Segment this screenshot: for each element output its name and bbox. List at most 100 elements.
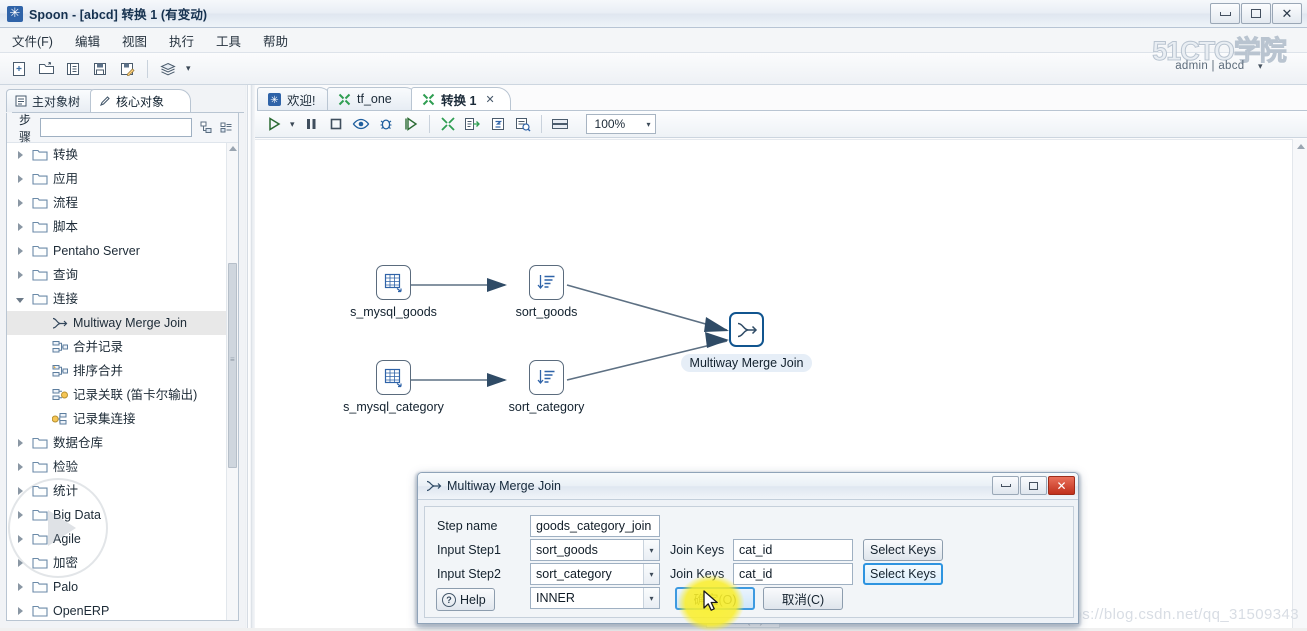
menu-help[interactable]: 帮助 [261,29,290,52]
stop-button[interactable] [325,113,347,135]
tree-item[interactable]: 查询 [7,263,226,287]
open-file-button[interactable] [35,58,57,80]
chevron-right-icon[interactable] [13,223,27,231]
canvas-scroll-up-icon[interactable] [1297,144,1305,149]
close-button[interactable]: ✕ [1272,3,1302,24]
canvas-node-sort-goods[interactable]: sort_goods [516,265,577,319]
verify-button[interactable] [437,113,459,135]
canvas-node-s-mysql-category[interactable]: s_mysql_category [343,360,444,414]
tree-item[interactable]: Pentaho Server [7,239,226,263]
multiway-merge-join-node-box[interactable] [729,312,764,347]
table-input-node-box[interactable] [376,360,411,395]
menu-view[interactable]: 视图 [120,29,149,52]
analyze-impact-button[interactable] [462,113,484,135]
chevron-right-icon[interactable] [13,175,27,183]
tab-transformation-1[interactable]: 转换 1 ✕ [411,87,511,110]
tree-item[interactable]: 排序合并 [7,359,226,383]
tree-scrollbar[interactable]: ≡ [226,143,238,620]
tree-item[interactable]: 统计 [7,479,226,503]
tree-item[interactable]: 合并记录 [7,335,226,359]
menu-tools[interactable]: 工具 [214,29,243,52]
help-button[interactable]: ? Help [436,588,495,611]
dialog-minimize-button[interactable] [992,476,1019,495]
chevron-down-icon[interactable]: ▾ [643,564,659,584]
generate-sql-button[interactable] [487,113,509,135]
chevron-right-icon[interactable] [13,247,27,255]
pause-button[interactable] [300,113,322,135]
chevron-right-icon[interactable] [13,487,27,495]
explore-repository-button[interactable] [62,58,84,80]
tree-item[interactable]: 转换 [7,143,226,167]
chevron-right-icon[interactable] [13,511,27,519]
panel-sash[interactable] [245,85,255,628]
input-step2-combobox[interactable]: sort_category ▾ [530,563,660,585]
tree-item[interactable]: 记录集连接 [7,407,226,431]
step-filter-input[interactable] [40,118,192,137]
scroll-up-arrow-icon[interactable] [229,146,237,151]
chevron-down-icon[interactable]: ▾ [643,588,659,608]
tree-item[interactable]: 数据仓库 [7,431,226,455]
show-grid-button[interactable] [549,113,571,135]
new-file-button[interactable] [8,58,30,80]
canvas-node-multiway-merge-join[interactable]: Multiway Merge Join [680,312,813,372]
table-input-node-box[interactable] [376,265,411,300]
sort-rows-node-box[interactable] [529,360,564,395]
tab-main-object-tree[interactable]: 主对象树 [6,89,102,112]
input-step1-combobox[interactable]: sort_goods ▾ [530,539,660,561]
tree-item[interactable]: 加密 [7,551,226,575]
tab-welcome[interactable]: ✳ 欢迎! [257,87,333,110]
cancel-button[interactable]: 取消(C) [763,587,843,610]
menu-edit[interactable]: 编辑 [73,29,102,52]
menu-file[interactable]: 文件(F) [10,29,55,52]
restore-button[interactable] [1241,3,1271,24]
dialog-maximize-button[interactable] [1020,476,1047,495]
tab-tf-one[interactable]: tf_one [327,87,419,110]
tree-item[interactable]: Big Data [7,503,226,527]
chevron-right-icon[interactable] [13,559,27,567]
chevron-right-icon[interactable] [13,607,27,615]
tab-close-icon[interactable]: ✕ [485,93,494,106]
join-keys2-input[interactable]: cat_id [733,563,853,585]
save-as-button[interactable] [116,58,138,80]
dialog-close-button[interactable]: ✕ [1048,476,1075,495]
tree-item[interactable]: 流程 [7,191,226,215]
chevron-right-icon[interactable] [13,199,27,207]
replay-button[interactable] [400,113,422,135]
join-keys1-input[interactable]: cat_id [733,539,853,561]
tree-item[interactable]: Multiway Merge Join [7,311,226,335]
tree-item[interactable]: Palo [7,575,226,599]
tree-item[interactable]: 脚本 [7,215,226,239]
tab-core-objects[interactable]: 核心对象 [90,89,191,112]
menu-run[interactable]: 执行 [167,29,196,52]
run-button[interactable] [263,113,285,135]
chevron-right-icon[interactable] [13,151,27,159]
tree-scrollbar-thumb[interactable] [228,263,237,468]
preview-button[interactable] [350,113,372,135]
tree-item[interactable]: 连接 [7,287,226,311]
sort-rows-node-box[interactable] [529,265,564,300]
minimize-button[interactable] [1210,3,1240,24]
step-name-input[interactable]: goods_category_join [530,515,660,537]
run-options-caret[interactable]: ▾ [288,119,297,130]
layers-button[interactable] [157,58,179,80]
tree-item[interactable]: 检验 [7,455,226,479]
chevron-down-icon[interactable] [13,296,27,303]
join-type-combobox[interactable]: INNER ▾ [530,587,660,609]
layers-dropdown-caret[interactable]: ▾ [184,63,193,74]
explore-database-button[interactable] [512,113,534,135]
select-keys2-button[interactable]: Select Keys [863,563,943,585]
ok-button[interactable]: 确定(O) [675,587,755,610]
save-button[interactable] [89,58,111,80]
chevron-right-icon[interactable] [13,583,27,591]
tree-item[interactable]: Agile [7,527,226,551]
canvas-node-sort-category[interactable]: sort_category [509,360,584,414]
canvas-node-s-mysql-goods[interactable]: s_mysql_goods [350,265,437,319]
chevron-right-icon[interactable] [13,271,27,279]
canvas-vertical-scrollbar[interactable] [1292,139,1307,628]
debug-button[interactable] [375,113,397,135]
chevron-down-icon[interactable]: ▾ [643,540,659,560]
select-keys1-button[interactable]: Select Keys [863,539,943,561]
expand-tree-icon[interactable] [198,119,213,136]
chevron-right-icon[interactable] [13,535,27,543]
tree-item[interactable]: 应用 [7,167,226,191]
